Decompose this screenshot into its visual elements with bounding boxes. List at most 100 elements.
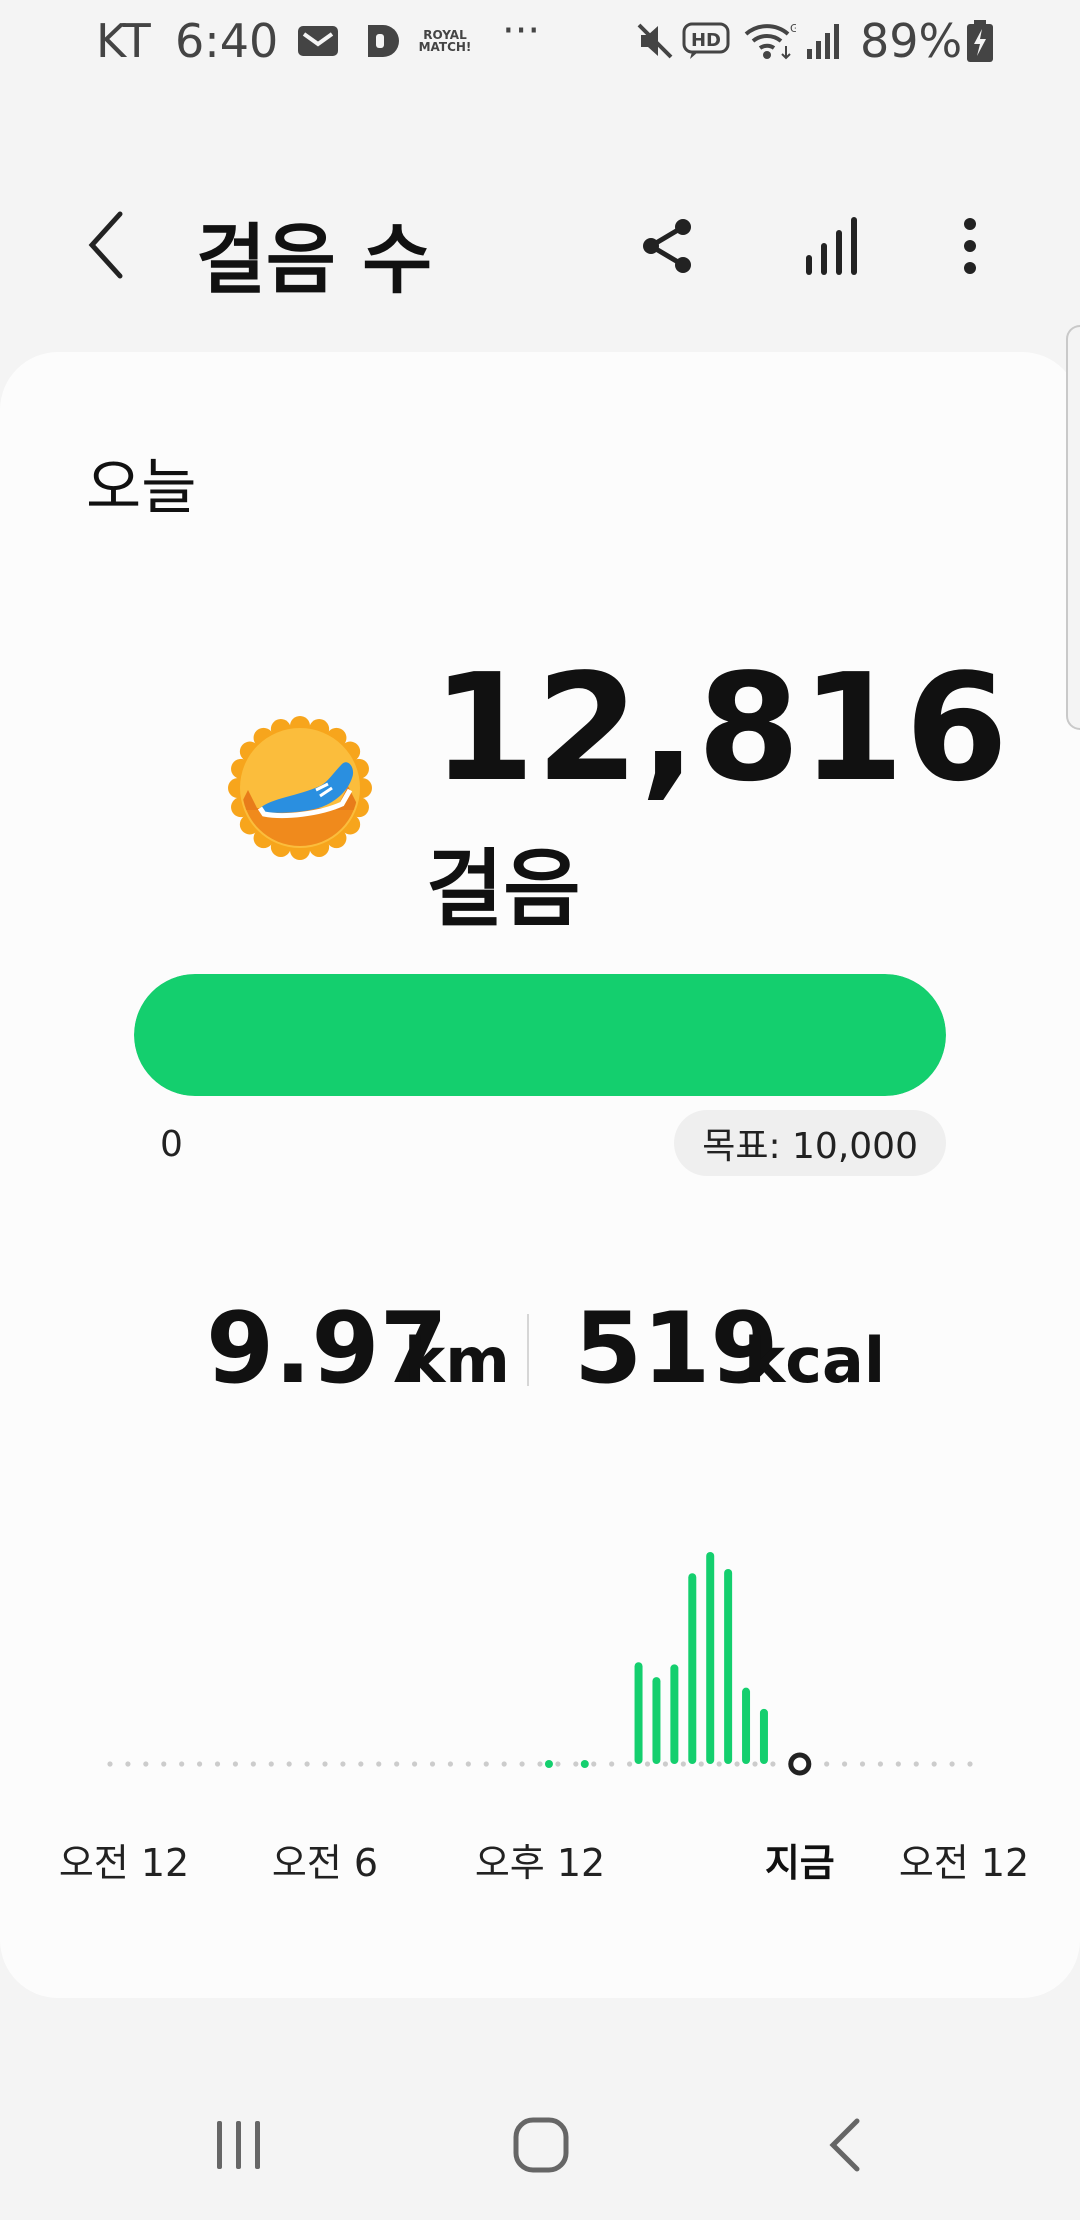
trends-button[interactable] (792, 206, 872, 286)
baseline-dot (465, 1761, 471, 1767)
baseline-dot (143, 1761, 149, 1767)
share-icon (643, 219, 691, 273)
step-bar (724, 1568, 733, 1764)
goal-label: 목표: 10,000 (702, 1126, 918, 1167)
progress-min-label: 0 (160, 1124, 183, 1165)
app-bar: 걸음 수 (0, 170, 1080, 320)
step-bar (742, 1687, 751, 1764)
more-notifications-icon: ··· (502, 8, 541, 54)
wifi-icon: G (742, 18, 796, 64)
baseline-dot (340, 1761, 346, 1767)
share-button[interactable] (628, 206, 708, 286)
royal-match-text: ROYAL MATCH! (418, 28, 472, 54)
baseline-dot (429, 1761, 436, 1767)
back-button[interactable] (76, 200, 136, 290)
baseline-dot (716, 1761, 722, 1767)
steps-unit: 걸음 (426, 840, 581, 938)
baseline-dot (161, 1761, 167, 1767)
status-bar: KT 6:40 ROYAL MATCH! ··· HD G 89% (0, 0, 1080, 84)
page-title: 걸음 수 (196, 215, 433, 304)
mute-icon (634, 18, 676, 64)
navigation-bar (0, 2070, 1080, 2220)
baseline-dot (698, 1761, 704, 1767)
baseline-dot (662, 1761, 669, 1767)
mail-icon (294, 18, 342, 64)
period-label: 오늘 (86, 453, 197, 523)
scroll-indicator (1066, 325, 1080, 730)
baseline-dot (734, 1761, 740, 1767)
walking-badge-icon (224, 712, 376, 864)
baseline-dot (179, 1761, 185, 1767)
step-bar (670, 1664, 679, 1764)
baseline-dot (626, 1761, 633, 1767)
baseline-dot (232, 1761, 239, 1767)
baseline-dot (107, 1761, 113, 1767)
baseline-dot (573, 1761, 579, 1767)
x-axis-label: 오후 12 (474, 1841, 606, 1885)
carrier-label: KT (96, 14, 151, 68)
steps-count: 12,816 (432, 642, 1010, 814)
distance-unit: km (404, 1324, 510, 1397)
step-bar (706, 1552, 715, 1764)
baseline-dot (304, 1761, 310, 1767)
calories-unit: kcal (744, 1324, 886, 1397)
baseline-dot (824, 1761, 830, 1767)
x-axis-label-now: 지금 (764, 1841, 835, 1885)
hd-voice-icon: HD (682, 18, 730, 64)
baseline-dot (895, 1761, 901, 1767)
goal-badge[interactable]: 목표: 10,000 (674, 1110, 946, 1176)
baseline-dot (949, 1761, 955, 1767)
baseline-dot (931, 1761, 937, 1767)
x-axis-label: 오전 12 (58, 1841, 190, 1885)
goal-progress-bar (134, 974, 946, 1096)
clock: 6:40 (175, 14, 279, 68)
svg-text:G: G (790, 22, 796, 35)
baseline-dot (358, 1761, 364, 1767)
nav-back-icon (829, 2118, 860, 2172)
baseline-dot (214, 1761, 221, 1767)
step-bar (544, 1760, 553, 1768)
now-marker (788, 1752, 812, 1776)
hourly-steps-chart[interactable]: 오전 12 오전 6 오후 12 지금 오전 12 (0, 1532, 1080, 1932)
more-options-button[interactable] (930, 206, 1010, 286)
metrics-divider (527, 1314, 529, 1386)
hourly-steps-plot (107, 1552, 973, 1776)
recent-apps-icon (217, 2121, 260, 2169)
steps-card: 오늘 12,816 걸음 0 목표: 10,000 9.97 km 519 kc… (0, 352, 1080, 1998)
baseline-dot (394, 1761, 400, 1767)
baseline-dot (501, 1761, 507, 1767)
metrics-row: 9.97 km 519 kcal (0, 1292, 1080, 1406)
baseline-dot (913, 1761, 919, 1767)
step-bar (759, 1708, 768, 1764)
step-bar (652, 1677, 661, 1764)
battery-charging-icon (964, 18, 996, 64)
nav-back-button[interactable] (770, 2070, 920, 2220)
baseline-dot (125, 1761, 131, 1767)
baseline-dot (250, 1761, 256, 1767)
royal-match-icon: ROYAL MATCH! (418, 18, 472, 64)
x-axis-label: 오전 6 (271, 1841, 379, 1885)
step-bar (688, 1573, 697, 1764)
step-bar (580, 1760, 589, 1768)
signal-icon (804, 18, 844, 64)
home-button[interactable] (466, 2070, 616, 2220)
step-bar (634, 1662, 643, 1764)
baseline-dot (519, 1761, 525, 1767)
baseline-dot (644, 1761, 651, 1767)
stats-icon (806, 217, 857, 275)
baseline-dot (196, 1761, 203, 1767)
recent-apps-button[interactable] (164, 2070, 314, 2220)
hd-text: HD (691, 30, 721, 51)
baseline-dot (859, 1761, 866, 1767)
baseline-dot (770, 1761, 776, 1767)
baseline-dot (322, 1761, 328, 1767)
more-options-icon (964, 218, 976, 274)
baseline-dot (268, 1761, 274, 1767)
baseline-dot (591, 1761, 597, 1767)
baseline-dot (483, 1761, 489, 1767)
d-app-icon (362, 18, 406, 64)
x-axis-label: 오전 12 (898, 1841, 1030, 1885)
baseline-dot (680, 1761, 686, 1767)
baseline-dot (967, 1761, 973, 1767)
baseline-dot (841, 1761, 848, 1767)
